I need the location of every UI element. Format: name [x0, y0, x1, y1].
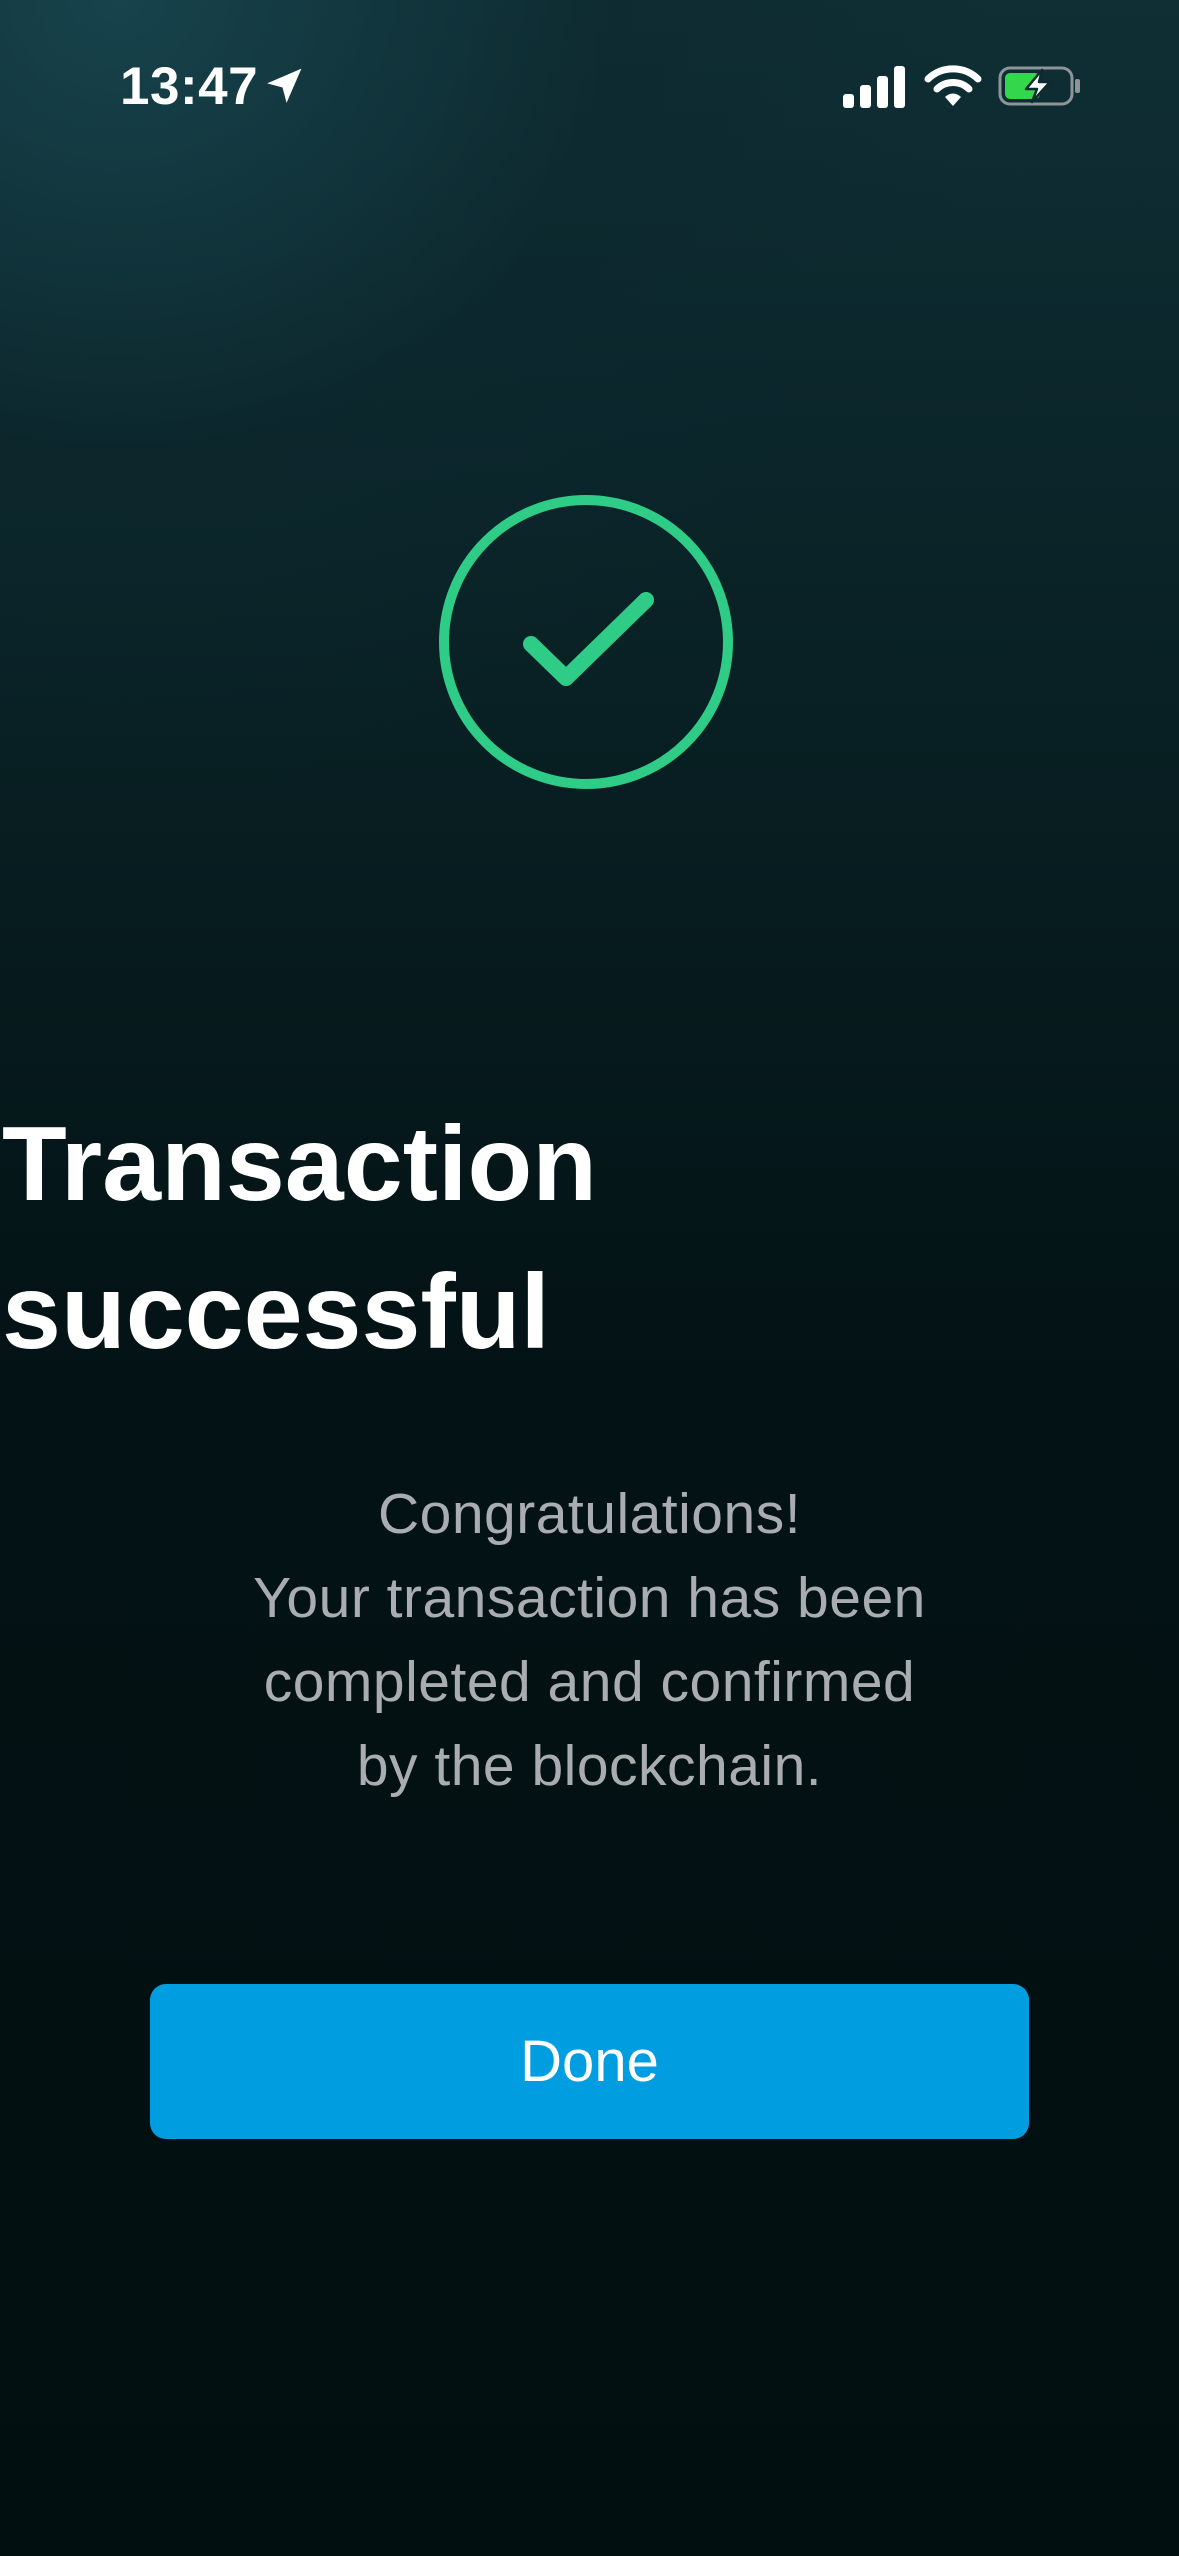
message-line-1: Congratulations! [377, 1482, 802, 1546]
success-message: Congratulations! Your transaction has be… [0, 1472, 1179, 1808]
title-line-2: successful [2, 1253, 550, 1371]
title-line-1: Transaction [2, 1105, 597, 1223]
status-time: 13:47 [120, 57, 259, 116]
check-circle-icon [439, 495, 733, 789]
message-line-2: Your transaction has been [253, 1566, 926, 1630]
wifi-icon [924, 65, 982, 106]
message-line-4: by the blockchain. [356, 1734, 823, 1798]
battery-charging-icon [998, 66, 1080, 106]
page-title: Transaction successful [2, 1090, 1102, 1386]
cellular-signal-icon [843, 66, 905, 108]
location-arrow-icon [267, 68, 302, 103]
message-line-3: completed and confirmed [263, 1650, 916, 1714]
done-button[interactable]: Done [150, 1984, 1029, 2139]
status-bar: 13:47 [0, 0, 1179, 170]
